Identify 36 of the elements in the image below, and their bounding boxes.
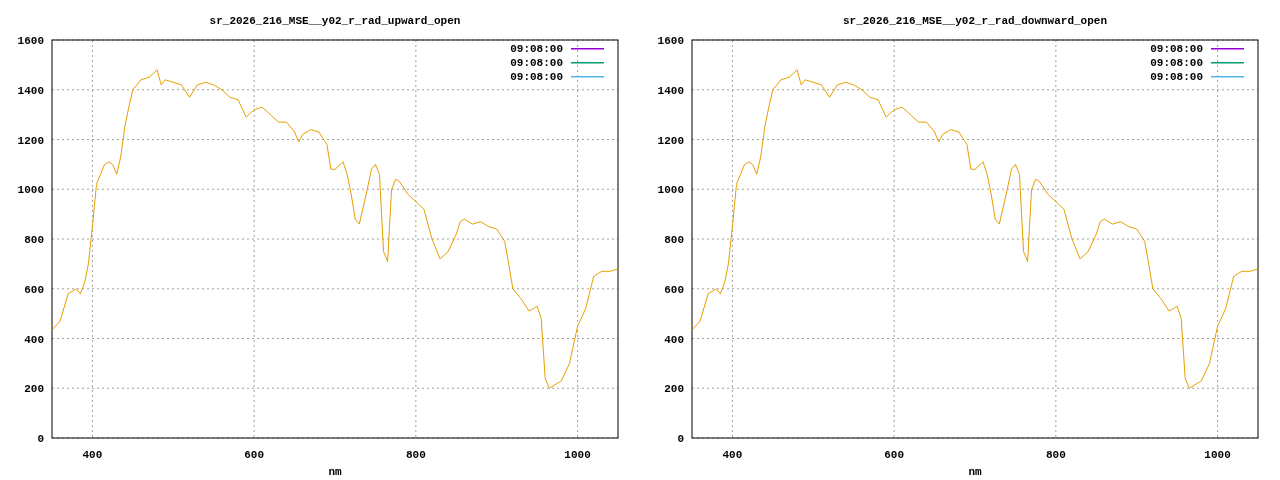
y-tick-label: 600: [664, 283, 684, 296]
y-tick-label: 400: [24, 333, 44, 346]
y-tick-label: 1400: [657, 84, 684, 97]
x-tick-label: 600: [244, 449, 265, 461]
legend-label: 09:08:00: [1150, 43, 1203, 55]
x-tick-label: 800: [1045, 449, 1066, 461]
x-tick-label: 600: [884, 449, 905, 461]
x-tick-label: 800: [405, 449, 426, 461]
x-axis-label: nm: [328, 466, 342, 478]
y-tick-label: 1000: [657, 184, 684, 197]
x-tick-label: 1000: [564, 449, 591, 461]
x-tick-label: 400: [722, 449, 743, 461]
y-tick-label: 400: [664, 333, 684, 346]
y-tick-label: 200: [24, 383, 44, 396]
y-tick-label: 1600: [657, 35, 684, 47]
x-tick-label: 400: [82, 449, 103, 461]
y-tick-label: 600: [24, 283, 44, 296]
chart-title: sr_2026_216_MSE__y02_r_rad_downward_open: [843, 15, 1107, 27]
y-tick-label: 1600: [17, 35, 44, 47]
legend-label: 09:08:00: [1150, 57, 1203, 69]
y-tick-label: 1200: [17, 134, 44, 147]
legend-label: 09:08:00: [510, 43, 563, 55]
y-tick-label: 0: [677, 433, 684, 445]
legend-label: 09:08:00: [510, 71, 563, 83]
y-tick-label: 200: [664, 383, 684, 396]
legend-label: 09:08:00: [510, 57, 563, 69]
x-axis-label: nm: [968, 466, 982, 478]
y-tick-label: 800: [664, 234, 684, 246]
y-tick-label: 1400: [17, 84, 44, 97]
y-tick-label: 1000: [17, 184, 44, 197]
y-tick-label: 0: [37, 433, 44, 445]
y-tick-label: 1200: [657, 134, 684, 147]
y-tick-label: 800: [24, 234, 44, 246]
chart-title: sr_2026_216_MSE__y02_r_rad_upward_open: [209, 15, 461, 27]
legend-label: 09:08:00: [1150, 71, 1203, 83]
x-tick-label: 1000: [1204, 449, 1231, 461]
